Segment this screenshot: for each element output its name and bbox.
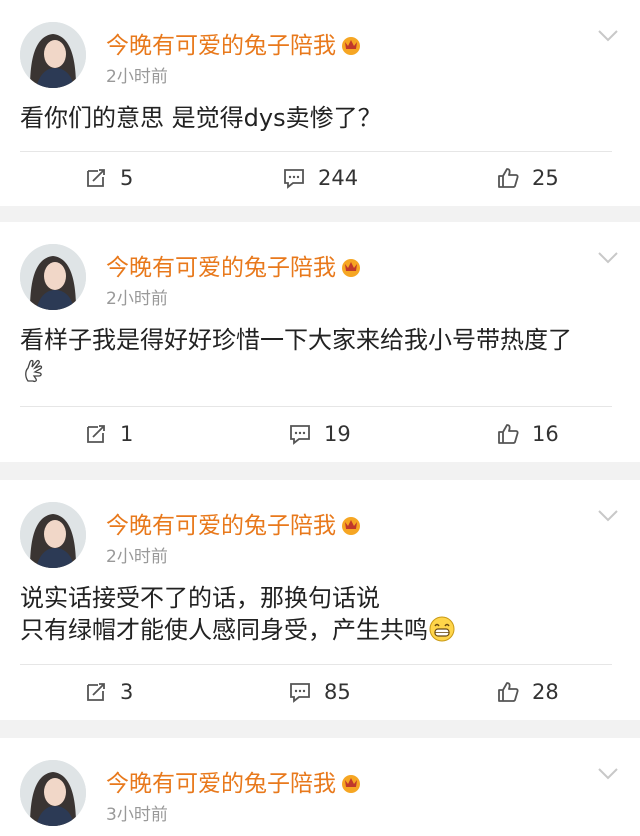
comment-count: 244 [318, 166, 359, 190]
thumbs-up-icon [498, 168, 519, 188]
grin-emoji-icon [429, 616, 455, 642]
chevron-down-icon[interactable] [598, 510, 618, 522]
weibo-post: 今晚有可爱的兔子陪我 2小时前 看你们的意思 是觉得dys卖惨了？ 5 244 … [0, 0, 640, 206]
thumbs-up-icon [498, 424, 519, 444]
post-content: 看样子我是得好好珍惜一下大家来给我小号带热度了 [20, 324, 620, 388]
action-bar: 5 244 25 [0, 158, 640, 198]
repost-icon [87, 425, 105, 443]
repost-count: 5 [120, 166, 134, 190]
weibo-post: 今晚有可爱的兔子陪我 2小时前 看样子我是得好好珍惜一下大家来给我小号带热度了 … [0, 222, 640, 462]
like-count: 28 [532, 680, 559, 704]
username[interactable]: 今晚有可爱的兔子陪我 [106, 26, 362, 60]
repost-count: 1 [120, 422, 134, 446]
thumbs-up-icon [498, 682, 519, 702]
hand-gesture-emoji-icon [25, 359, 43, 383]
comment-button[interactable]: 244 [282, 158, 358, 198]
avatar-image [20, 22, 86, 88]
action-bar: 3 85 28 [0, 672, 640, 712]
vip-crown-icon [342, 517, 360, 535]
repost-icon [87, 683, 105, 701]
post-text-line: 看样子我是得好好珍惜一下大家来给我小号带热度了 [20, 326, 572, 354]
action-bar: 1 19 16 [0, 414, 640, 454]
post-text-line: 看你们的意思 是觉得dys卖惨了？ [20, 104, 382, 132]
chevron-down-icon[interactable] [598, 252, 618, 264]
comment-icon [290, 425, 310, 445]
avatar-image [20, 760, 86, 826]
avatar[interactable] [20, 502, 86, 568]
repost-count: 3 [120, 680, 134, 704]
weibo-post: 今晚有可爱的兔子陪我 2小时前 说实话接受不了的话，那换句话说 只有绿帽才能使人… [0, 480, 640, 720]
comment-icon [284, 169, 304, 189]
like-button[interactable]: 28 [496, 672, 559, 712]
repost-icon [87, 169, 105, 187]
post-text-line: 说实话接受不了的话，那换句话说 [20, 584, 380, 612]
like-button[interactable]: 16 [496, 414, 559, 454]
avatar-image [20, 244, 86, 310]
repost-button[interactable]: 1 [84, 414, 133, 454]
vip-crown-icon [342, 259, 360, 277]
comment-count: 85 [324, 680, 351, 704]
repost-button[interactable]: 3 [84, 672, 133, 712]
weibo-post: 今晚有可爱的兔子陪我 3小时前 [0, 738, 640, 836]
post-time: 2小时前 [106, 289, 168, 309]
chevron-down-icon[interactable] [598, 30, 618, 42]
comment-button[interactable]: 19 [288, 414, 351, 454]
post-content: 看你们的意思 是觉得dys卖惨了？ [20, 102, 620, 134]
like-count: 25 [532, 166, 559, 190]
like-count: 16 [532, 422, 559, 446]
avatar[interactable] [20, 244, 86, 310]
avatar[interactable] [20, 22, 86, 88]
post-time: 3小时前 [106, 805, 168, 825]
vip-crown-icon [342, 37, 360, 55]
divider [20, 664, 612, 665]
comment-icon [290, 683, 310, 703]
divider [20, 151, 612, 152]
username[interactable]: 今晚有可爱的兔子陪我 [106, 764, 362, 798]
username[interactable]: 今晚有可爱的兔子陪我 [106, 506, 362, 540]
comment-button[interactable]: 85 [288, 672, 351, 712]
post-text-line: 只有绿帽才能使人感同身受，产生共鸣 [20, 616, 428, 644]
like-button[interactable]: 25 [496, 158, 559, 198]
repost-button[interactable]: 5 [84, 158, 133, 198]
avatar[interactable] [20, 760, 86, 826]
comment-count: 19 [324, 422, 351, 446]
avatar-image [20, 502, 86, 568]
vip-crown-icon [342, 775, 360, 793]
post-time: 2小时前 [106, 67, 168, 87]
divider [20, 406, 612, 407]
post-content: 说实话接受不了的话，那换句话说 只有绿帽才能使人感同身受，产生共鸣 [20, 582, 620, 646]
username[interactable]: 今晚有可爱的兔子陪我 [106, 248, 362, 282]
chevron-down-icon[interactable] [598, 768, 618, 780]
post-time: 2小时前 [106, 547, 168, 567]
